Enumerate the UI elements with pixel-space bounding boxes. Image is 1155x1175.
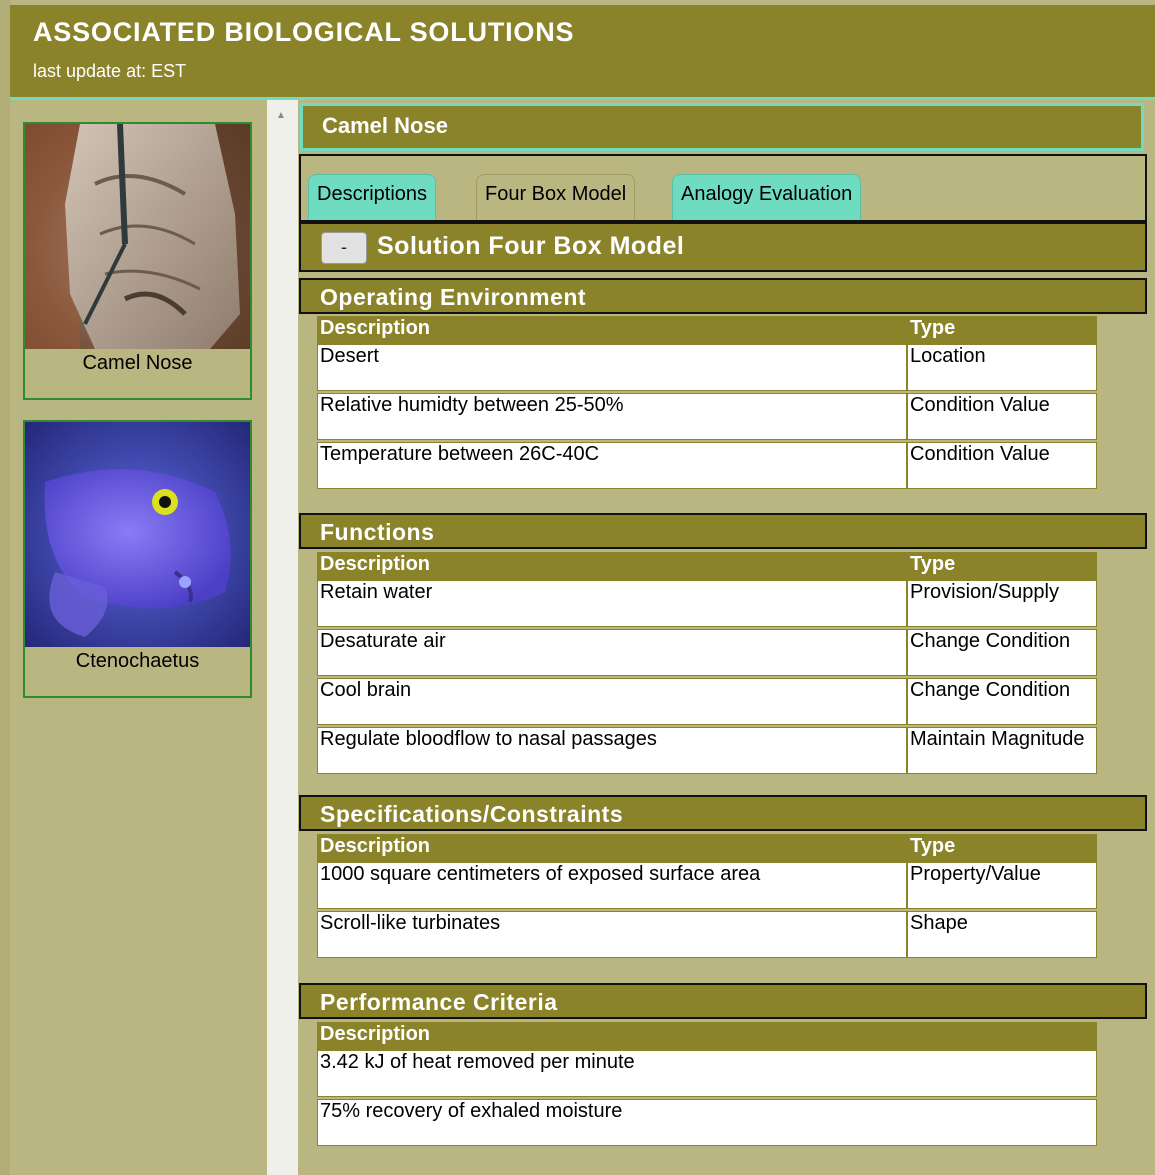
sidebar-item-label[interactable]: Camel Nose	[25, 352, 250, 375]
tab-analogy-evaluation[interactable]: Analogy Evaluation	[672, 174, 862, 220]
section-title: Performance Criteria	[320, 989, 558, 1015]
solution-list-sidebar: Camel Nose Ctenochaetus	[10, 100, 267, 1175]
operating-environment-header: Operating Environment	[299, 278, 1147, 314]
table-cell: 75% recovery of exhaled moisture	[317, 1099, 1097, 1146]
table-cell: 1000 square centimeters of exposed surfa…	[317, 862, 907, 909]
section-title: Operating Environment	[320, 284, 587, 310]
table-cell: Maintain Magnitude	[907, 727, 1097, 774]
column-header-description: Description	[317, 316, 907, 344]
table-cell: Property/Value	[907, 862, 1097, 909]
performance-criteria-header: Performance Criteria	[299, 983, 1147, 1019]
solution-title-bar: Camel Nose	[300, 103, 1144, 151]
table-cell: Location	[907, 344, 1097, 391]
table-cell: Cool brain	[317, 678, 907, 725]
table-cell: 3.42 kJ of heat removed per minute	[317, 1050, 1097, 1097]
four-box-model-title: Solution Four Box Model	[377, 232, 685, 260]
sidebar-item-camel-nose[interactable]: Camel Nose	[23, 122, 252, 400]
app-title: ASSOCIATED BIOLOGICAL SOLUTIONS	[33, 17, 575, 47]
sidebar-item-label[interactable]: Ctenochaetus	[25, 650, 250, 673]
table-cell: Shape	[907, 911, 1097, 958]
sidebar-item-ctenochaetus[interactable]: Ctenochaetus	[23, 420, 252, 698]
section-title: Functions	[320, 519, 435, 545]
table-cell: Condition Value	[907, 393, 1097, 440]
column-header-type: Type	[907, 552, 1097, 580]
four-box-model-header: - Solution Four Box Model	[299, 222, 1147, 272]
table-cell: Temperature between 26C-40C	[317, 442, 907, 489]
table-cell: Condition Value	[907, 442, 1097, 489]
table-cell: Desert	[317, 344, 907, 391]
tab-descriptions[interactable]: Descriptions	[308, 174, 437, 220]
tab-four-box-model[interactable]: Four Box Model	[476, 174, 636, 220]
column-header-description: Description	[317, 1022, 1097, 1050]
table-cell: Retain water	[317, 580, 907, 627]
solution-title: Camel Nose	[322, 113, 448, 138]
table-cell: Provision/Supply	[907, 580, 1097, 627]
table-cell: Desaturate air	[317, 629, 907, 676]
section-title: Specifications/Constraints	[320, 801, 624, 827]
ctenochaetus-image[interactable]	[25, 422, 250, 647]
column-header-type: Type	[907, 834, 1097, 862]
last-update-text: last update at: EST	[33, 61, 187, 81]
solution-detail-panel: Camel Nose Descriptions Four Box Model A…	[298, 100, 1155, 1175]
column-header-description: Description	[317, 834, 907, 862]
table-cell: Change Condition	[907, 678, 1097, 725]
table-cell: Relative humidty between 25-50%	[317, 393, 907, 440]
table-cell: Change Condition	[907, 629, 1097, 676]
table-cell: Regulate bloodflow to nasal passages	[317, 727, 907, 774]
column-header-description: Description	[317, 552, 907, 580]
tab-strip: Descriptions Four Box Model Analogy Eval…	[299, 154, 1147, 222]
camel-nose-image[interactable]	[25, 124, 250, 349]
functions-header: Functions	[299, 513, 1147, 549]
sidebar-scrollbar[interactable]: ▲	[267, 100, 298, 1175]
app-header: ASSOCIATED BIOLOGICAL SOLUTIONS last upd…	[10, 5, 1155, 97]
left-edge-strip	[0, 0, 10, 1175]
collapse-button[interactable]: -	[321, 232, 367, 264]
scroll-up-arrow-icon[interactable]: ▲	[276, 110, 286, 121]
specifications-header: Specifications/Constraints	[299, 795, 1147, 831]
table-cell: Scroll-like turbinates	[317, 911, 907, 958]
column-header-type: Type	[907, 316, 1097, 344]
